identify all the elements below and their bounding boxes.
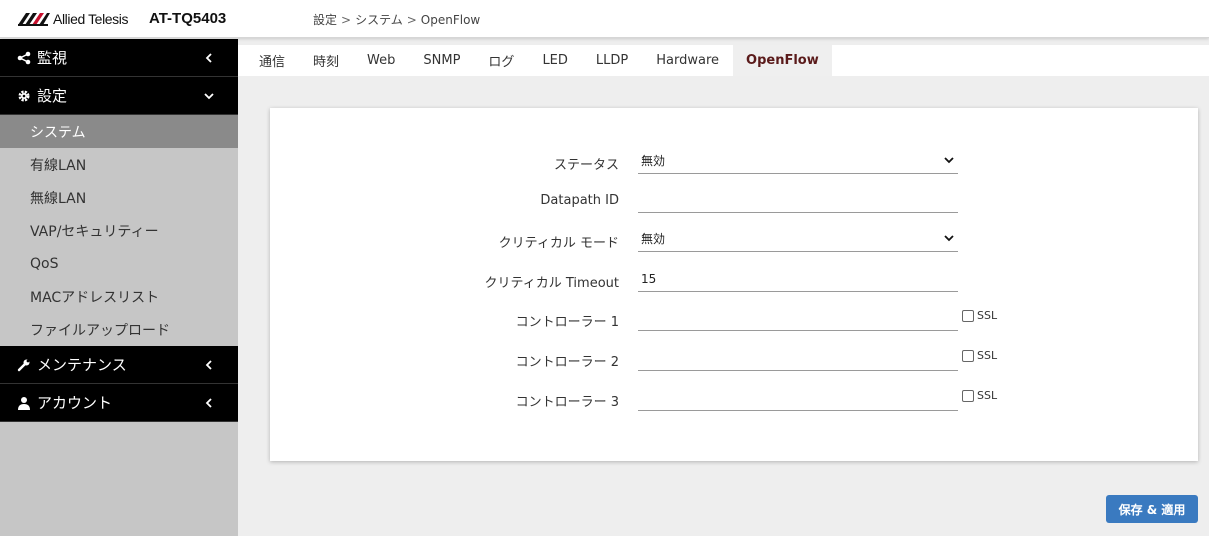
gear-icon: [16, 88, 32, 104]
allied-telesis-logo-icon: [18, 13, 50, 26]
share-icon: [16, 50, 32, 66]
tab-time[interactable]: 時刻: [299, 45, 353, 76]
status-row: ステータス 無効: [270, 148, 1198, 178]
tab-openflow[interactable]: OpenFlow: [733, 45, 832, 76]
chevron-left-icon: [205, 53, 212, 63]
device-model: AT-TQ5403: [149, 10, 227, 27]
controller-2-label: コントローラー 2: [515, 355, 619, 370]
controller-1-input[interactable]: [638, 305, 958, 331]
critical-mode-select-value: 無効: [641, 232, 666, 246]
status-select[interactable]: 無効: [638, 148, 958, 174]
controller-2-ssl[interactable]: SSL: [962, 349, 997, 362]
breadcrumb-item: OpenFlow: [420, 13, 481, 27]
chevron-down-icon: [944, 157, 954, 164]
breadcrumb-item: システム: [355, 13, 403, 27]
controller-1-ssl[interactable]: SSL: [962, 309, 997, 322]
breadcrumb-item: 設定: [313, 13, 338, 27]
datapath-id-label: Datapath ID: [540, 193, 619, 208]
controller-3-label: コントローラー 3: [515, 395, 619, 410]
datapath-id-input[interactable]: [638, 187, 958, 213]
breadcrumb-separator: >: [341, 13, 352, 27]
chevron-left-icon: [205, 398, 212, 408]
critical-timeout-row: クリティカル Timeout 15: [270, 266, 1198, 296]
critical-mode-select[interactable]: 無効: [638, 226, 958, 252]
critical-mode-row: クリティカル モード 無効: [270, 226, 1198, 256]
sidebar-item-vap-security[interactable]: VAP/セキュリティー: [0, 214, 238, 247]
status-select-value: 無効: [641, 154, 666, 168]
tab-log[interactable]: ログ: [474, 45, 528, 76]
save-apply-button[interactable]: 保存 & 適用: [1106, 495, 1198, 523]
controller-2-input[interactable]: [638, 345, 958, 371]
tab-bar: 通信 時刻 Web SNMP ログ LED LLDP Hardware Open…: [238, 45, 1209, 76]
tab-led[interactable]: LED: [528, 45, 581, 76]
nav-section-label: メンテナンス: [37, 356, 127, 374]
status-label: ステータス: [553, 158, 619, 173]
controller-2-row: コントローラー 2 SSL: [270, 345, 1198, 375]
critical-timeout-input[interactable]: 15: [638, 266, 958, 292]
user-icon: [16, 395, 32, 411]
sidebar-item-file-upload[interactable]: ファイルアップロード: [0, 313, 238, 346]
wrench-icon: [16, 357, 32, 373]
datapath-id-row: Datapath ID: [270, 187, 1198, 217]
controller-3-input[interactable]: [638, 385, 958, 411]
sidebar-item-mac-address-list[interactable]: MACアドレスリスト: [0, 280, 238, 313]
nav-section-label: 監視: [37, 49, 68, 67]
top-header: Allied Telesis AT-TQ5403 設定 > システム > OpenFlo…: [0, 0, 1209, 38]
ssl-label: SSL: [977, 389, 998, 402]
sidebar-item-system[interactable]: システム: [0, 115, 238, 148]
controller-3-ssl[interactable]: SSL: [962, 389, 997, 402]
nav-section-settings[interactable]: 設定: [0, 77, 238, 115]
ssl-checkbox[interactable]: [962, 349, 974, 362]
tab-hardware[interactable]: Hardware: [642, 45, 733, 76]
chevron-down-icon: [204, 93, 214, 100]
brand-logo: Allied Telesis: [18, 11, 129, 27]
sidebar-item-wireless-lan[interactable]: 無線LAN: [0, 181, 238, 214]
ssl-label: SSL: [977, 349, 998, 362]
chevron-down-icon: [944, 235, 954, 242]
controller-1-label: コントローラー 1: [515, 315, 619, 330]
tab-communication[interactable]: 通信: [238, 45, 299, 76]
nav-section-label: アカウント: [37, 394, 113, 412]
ssl-checkbox[interactable]: [962, 309, 974, 322]
openflow-settings-card: ステータス 無効 Datapath ID クリティカル モード 無効 クリティカ…: [270, 108, 1198, 461]
chevron-left-icon: [205, 360, 212, 370]
ssl-label: SSL: [977, 309, 998, 322]
nav-section-label: 設定: [37, 87, 68, 105]
sidebar-item-wired-lan[interactable]: 有線LAN: [0, 148, 238, 181]
sidebar-item-qos[interactable]: QoS: [0, 247, 238, 280]
controller-3-row: コントローラー 3 SSL: [270, 385, 1198, 415]
critical-mode-label: クリティカル モード: [498, 236, 619, 251]
tab-web[interactable]: Web: [353, 45, 409, 76]
critical-timeout-label: クリティカル Timeout: [484, 276, 619, 291]
controller-1-row: コントローラー 1 SSL: [270, 305, 1198, 335]
sidebar: 監視 設定 システム 有線LAN 無線LAN VAP/セキュリティー QoS M…: [0, 39, 238, 536]
tab-lldp[interactable]: LLDP: [582, 45, 642, 76]
breadcrumb-separator: >: [406, 13, 417, 27]
tab-snmp[interactable]: SNMP: [409, 45, 474, 76]
nav-section-maintenance[interactable]: メンテナンス: [0, 346, 238, 384]
brand-name: Allied Telesis: [53, 11, 129, 27]
breadcrumb: 設定 > システム > OpenFlow: [313, 11, 480, 28]
ssl-checkbox[interactable]: [962, 389, 974, 402]
nav-section-account[interactable]: アカウント: [0, 384, 238, 422]
nav-section-monitor[interactable]: 監視: [0, 39, 238, 77]
